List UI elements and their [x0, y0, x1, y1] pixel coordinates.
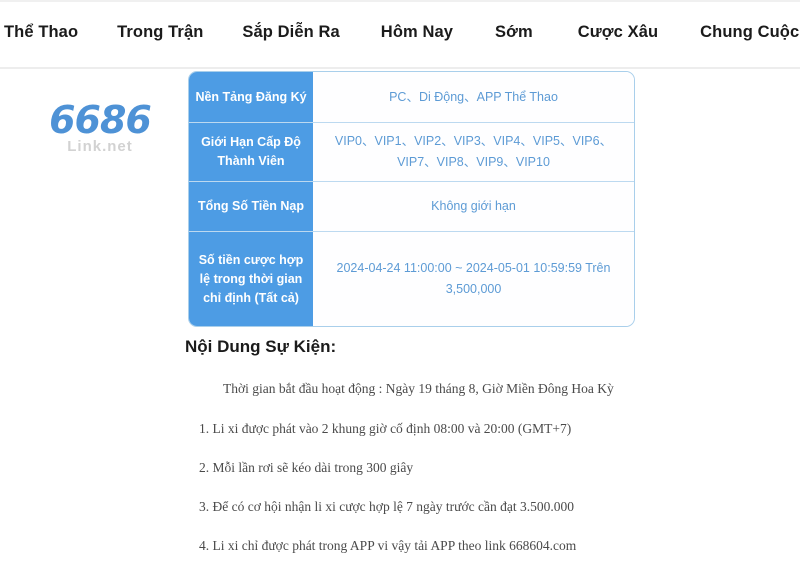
event-info-table: Nền Tảng Đăng Ký PC、Di Động、APP Thể Thao… — [188, 71, 635, 327]
site-logo[interactable]: 6686 Link.net — [30, 100, 170, 162]
nav-item-chung-cuoc[interactable]: Chung Cuộc — [700, 21, 799, 43]
table-row-label: Nền Tảng Đăng Ký — [189, 72, 313, 122]
table-row-value: Không giới hạn — [313, 182, 634, 231]
event-rule-item-4: 4. Li xi chỉ được phát trong APP vi vậy … — [199, 538, 577, 553]
table-row-value: 2024-04-24 11:00:00 ~ 2024-05-01 10:59:5… — [313, 232, 634, 326]
event-rule-item-3: 3. Để có cơ hội nhận li xi cược hợp lệ 7… — [199, 499, 574, 514]
table-row-label: Giới Hạn Cấp Độ Thành Viên — [189, 123, 313, 181]
table-row-label: Tổng Số Tiền Nạp — [189, 182, 313, 231]
table-row: Giới Hạn Cấp Độ Thành Viên VIP0、VIP1、VIP… — [189, 123, 634, 182]
event-rule-item-2: 2. Mỗi lần rơi sẽ kéo dài trong 300 giây — [199, 460, 414, 475]
nav-item-the-thao[interactable]: Thể Thao — [4, 21, 78, 43]
page-title: Nội Dung Sự Kiện: — [185, 337, 337, 356]
nav-item-sap-dien-ra[interactable]: Sắp Diễn Ra — [242, 21, 339, 43]
table-row: Tổng Số Tiền Nạp Không giới hạn — [189, 182, 634, 232]
event-content-section: Nội Dung Sự Kiện: Thời gian bắt đầu hoạt… — [185, 336, 785, 576]
table-row-value: PC、Di Động、APP Thể Thao — [313, 72, 634, 122]
nav-item-cuoc-xau[interactable]: Cược Xâu — [578, 21, 658, 43]
nav-item-hom-nay[interactable]: Hôm Nay — [381, 21, 453, 43]
table-row-value: VIP0、VIP1、VIP2、VIP3、VIP4、VIP5、VIP6、VIP7、… — [313, 123, 634, 181]
table-row: Nền Tảng Đăng Ký PC、Di Động、APP Thể Thao — [189, 72, 634, 123]
nav-item-som[interactable]: Sớm — [495, 21, 533, 43]
logo-text-6686: 6686 — [49, 98, 152, 142]
nav-item-trong-tran[interactable]: Trong Trận — [117, 21, 203, 43]
top-navigation-bar: Thể Thao Trong Trận Sắp Diễn Ra Hôm Nay … — [0, 0, 800, 69]
table-row: Số tiền cược hợp lệ trong thời gian chỉ … — [189, 232, 634, 326]
table-row-label: Số tiền cược hợp lệ trong thời gian chỉ … — [189, 232, 313, 326]
event-start-time-text: Thời gian bắt đầu hoạt động : Ngày 19 th… — [223, 381, 614, 396]
nav-item-list: Thể Thao Trong Trận Sắp Diễn Ra Hôm Nay … — [0, 21, 800, 51]
event-rule-item-1: 1. Li xi được phát vào 2 khung giờ cố đị… — [199, 421, 572, 436]
